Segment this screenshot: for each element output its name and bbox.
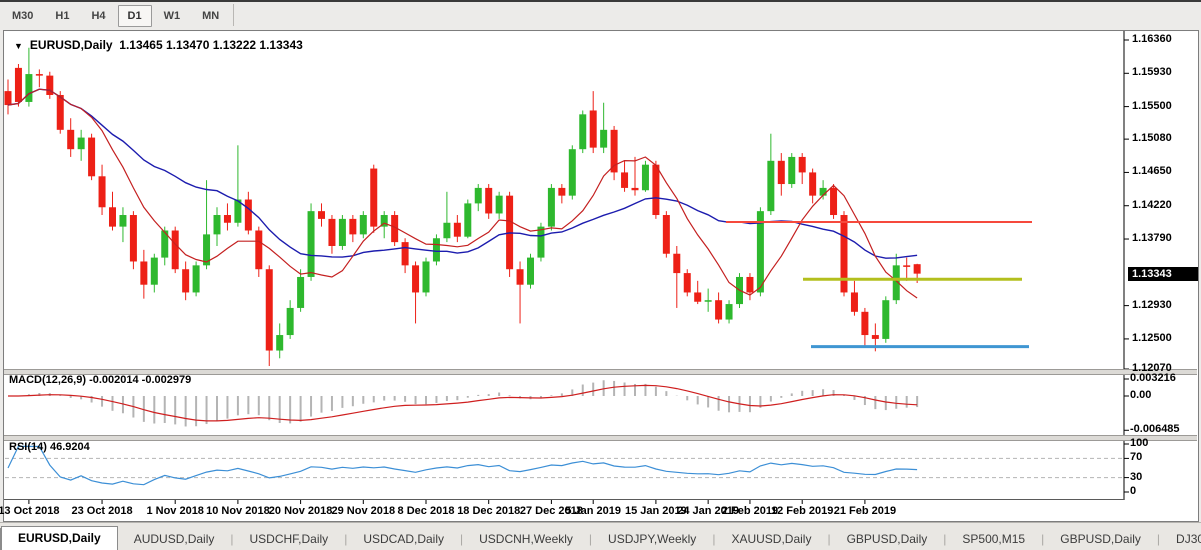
date-tick: 29 Nov 2018 (331, 505, 395, 517)
chart-tab-gbpusd-daily[interactable]: GBPUSD,Daily (831, 529, 944, 550)
chart-symbol-label: EURUSD,Daily (30, 38, 113, 52)
chart-tab-usdchf-daily[interactable]: USDCHF,Daily (234, 529, 345, 550)
price-tick-1.13790: 1.13790 (1132, 232, 1172, 244)
macd-label: MACD(12,26,9) -0.002014 -0.002979 (9, 374, 191, 386)
chart-tab-usdcnh-weekly[interactable]: USDCNH,Weekly (463, 529, 589, 550)
chart-tabs: EURUSD,DailyAUDUSD,Daily|USDCHF,Daily|US… (1, 526, 1201, 550)
macd-rsi-divider[interactable] (4, 435, 1197, 441)
chart-tab-dj30-h4[interactable]: DJ30,H4 (1160, 529, 1201, 550)
date-tick: 20 Nov 2018 (269, 505, 333, 517)
date-tick: 18 Dec 2018 (457, 505, 520, 517)
rsi-axis-100: 100 (1130, 437, 1148, 449)
date-tick: 21 Feb 2019 (834, 505, 896, 517)
date-tick: 2 Feb 2019 (722, 505, 778, 517)
mt4-window: { "toolbar": { "timeframes": [ {"label":… (0, 0, 1201, 549)
date-tick: 13 Oct 2018 (0, 505, 59, 517)
rsi-axis-70: 70 (1130, 451, 1142, 463)
chart-tab-sp500-m15[interactable]: SP500,M15 (946, 529, 1041, 550)
chart-tab-gbpusd-daily[interactable]: GBPUSD,Daily (1044, 529, 1157, 550)
price-tick-1.16360: 1.16360 (1132, 33, 1172, 45)
date-tick: 23 Oct 2018 (71, 505, 132, 517)
chart-tab-usdcad-daily[interactable]: USDCAD,Daily (347, 529, 460, 550)
macd-axis-0.00: 0.00 (1130, 389, 1151, 401)
date-tick: 12 Feb 2019 (771, 505, 833, 517)
date-tick: 5 Jan 2019 (565, 505, 621, 517)
chart-tab-eurusd-daily[interactable]: EURUSD,Daily (1, 526, 118, 550)
date-tick: 8 Dec 2018 (398, 505, 455, 517)
chart-graphics[interactable] (0, 0, 1201, 549)
chart-ohlc-values: 1.13465 1.13470 1.13222 1.13343 (119, 38, 303, 52)
price-tick-1.15500: 1.15500 (1132, 100, 1172, 112)
chart-tab-xauusd-daily[interactable]: XAUUSD,Daily (715, 529, 827, 550)
rsi-label: RSI(14) 46.9204 (9, 441, 90, 453)
date-tick: 10 Nov 2018 (206, 505, 270, 517)
price-tick-1.12930: 1.12930 (1132, 299, 1172, 311)
rsi-axis-30: 30 (1130, 471, 1142, 483)
chart-menu-dropdown-icon[interactable]: ▼ (14, 41, 23, 51)
price-tick-1.14650: 1.14650 (1132, 165, 1172, 177)
macd-axis--0.006485: -0.006485 (1130, 423, 1180, 435)
macd-axis-0.003216: 0.003216 (1130, 372, 1176, 384)
price-tick-1.15930: 1.15930 (1132, 66, 1172, 78)
rsi-axis-0: 0 (1130, 485, 1136, 497)
chart-tab-bar: EURUSD,DailyAUDUSD,Daily|USDCHF,Daily|US… (0, 522, 1201, 550)
price-tick-1.14220: 1.14220 (1132, 199, 1172, 211)
date-tick: 1 Nov 2018 (146, 505, 203, 517)
chart-tab-audusd-daily[interactable]: AUDUSD,Daily (118, 529, 231, 550)
price-tick-1.15080: 1.15080 (1132, 132, 1172, 144)
current-price-badge: 1.13343 (1128, 267, 1198, 281)
chart-title: ▼ EURUSD,Daily 1.13465 1.13470 1.13222 1.… (14, 38, 303, 52)
price-tick-1.12500: 1.12500 (1132, 332, 1172, 344)
chart-tab-usdjpy-weekly[interactable]: USDJPY,Weekly (592, 529, 712, 550)
